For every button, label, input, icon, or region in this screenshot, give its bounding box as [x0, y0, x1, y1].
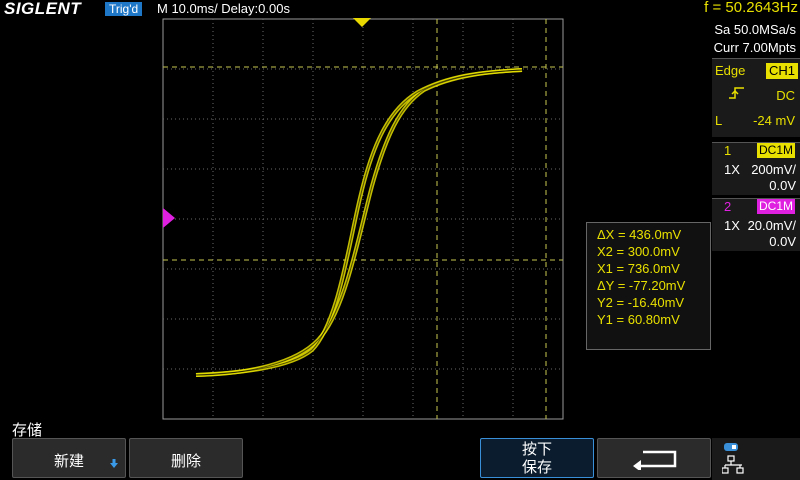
ch1-coupling-badge: DC1M — [757, 143, 796, 158]
delete-button[interactable]: 删除 — [129, 438, 243, 478]
cursor-y1: Y1 = 60.80mV — [597, 312, 680, 327]
trigger-type: Edge — [715, 63, 746, 78]
menu-title: 存储 — [12, 422, 43, 439]
network-icon — [722, 443, 744, 474]
delete-button-label: 删除 — [170, 453, 201, 470]
xy-trace — [195, 68, 523, 377]
ch2-number: 2 — [724, 199, 732, 214]
timebase-readout[interactable]: M 10.0ms/ Delay:0.00s — [157, 1, 290, 17]
arrow-down-icon — [110, 459, 118, 468]
frequency-readout: f = 50.2643Hz — [704, 0, 798, 16]
sample-rate: Sa 50.0MSa/s — [714, 22, 796, 37]
ch2-probe: 1X — [724, 218, 740, 233]
ch1-probe: 1X — [724, 162, 740, 177]
ch2-offset-marker[interactable] — [163, 208, 175, 228]
rising-edge-icon — [729, 87, 744, 99]
ch1-number: 1 — [724, 143, 732, 158]
trigger-position-marker[interactable] — [353, 18, 371, 27]
ch1-scale: 200mV/ — [751, 162, 796, 177]
trigger-source: CH1 — [766, 63, 799, 79]
cursor-x2: X2 = 300.0mV — [597, 244, 680, 259]
back-button[interactable] — [597, 438, 711, 478]
ch1-offset: 0.0V — [769, 178, 796, 193]
cursor-delta-x: ΔX = 436.0mV — [597, 227, 682, 242]
ch2-coupling-badge: DC1M — [757, 199, 796, 214]
press-save-button[interactable]: 按下 保存 — [480, 438, 594, 478]
ch2-scale: 20.0mV/ — [747, 218, 796, 233]
cursor-y2: Y2 = -16.40mV — [597, 295, 685, 310]
cursor-measurement-box: ΔX = 436.0mV X2 = 300.0mV X1 = 736.0mV Δ… — [586, 222, 711, 350]
trigger-coupling: DC — [776, 88, 795, 103]
network-status — [712, 438, 800, 480]
new-button[interactable]: 新建 — [12, 438, 126, 478]
brand-logo: SIGLENT — [4, 0, 82, 18]
press-save-line1: 按下 — [521, 441, 552, 458]
cursor-x1: X1 = 736.0mV — [597, 261, 680, 276]
ch2-offset: 0.0V — [769, 234, 796, 249]
trigger-level-label: L — [715, 113, 723, 128]
trigger-status-badge: Trig'd — [105, 2, 143, 16]
cursor-delta-y: ΔY = -77.20mV — [597, 278, 686, 293]
memory-depth: Curr 7.00Mpts — [713, 40, 796, 55]
return-arrow-icon — [633, 450, 677, 470]
trigger-level: -24 mV — [753, 113, 795, 128]
press-save-line2: 保存 — [521, 459, 552, 476]
